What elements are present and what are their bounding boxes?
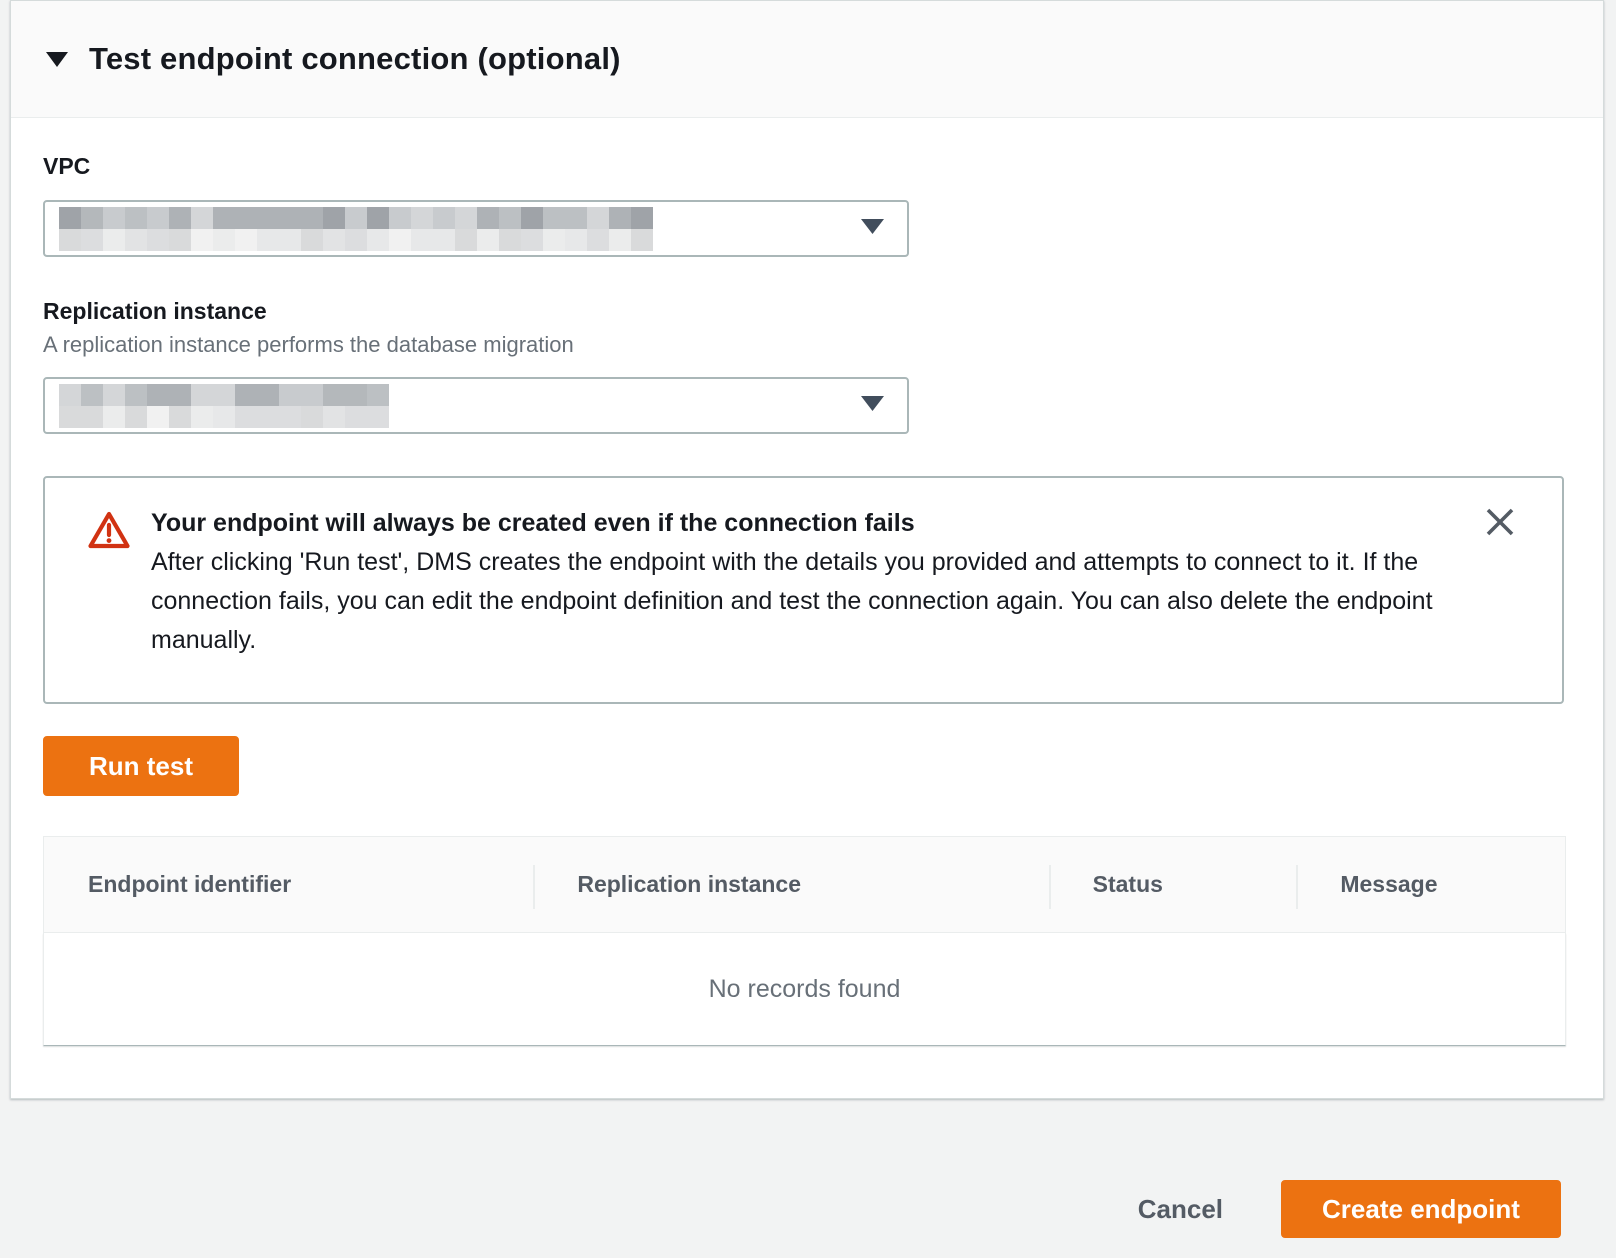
replication-instance-description: A replication instance performs the data…	[43, 331, 1571, 359]
column-header-replication-instance: Replication instance	[533, 837, 1048, 932]
page: Test endpoint connection (optional) VPC …	[0, 0, 1616, 1258]
chevron-down-icon	[860, 394, 885, 417]
close-icon[interactable]	[1480, 502, 1520, 542]
test-results-table: Endpoint identifier Replication instance…	[43, 836, 1566, 1046]
replication-instance-field: Replication instance A replication insta…	[43, 297, 1571, 434]
vpc-field: VPC	[43, 152, 1571, 257]
warning-triangle-icon	[87, 510, 131, 660]
alert-body: After clicking 'Run test', DMS creates t…	[151, 543, 1442, 660]
replication-instance-select[interactable]	[43, 377, 909, 434]
panel-title: Test endpoint connection (optional)	[89, 41, 621, 77]
alert-title: Your endpoint will always be created eve…	[151, 504, 1442, 543]
panel-body: VPC Replication instance A replication i…	[11, 118, 1603, 1086]
test-endpoint-panel: Test endpoint connection (optional) VPC …	[10, 0, 1604, 1099]
vpc-label: VPC	[43, 152, 1571, 180]
table-header-row: Endpoint identifier Replication instance…	[43, 836, 1566, 933]
chevron-down-icon	[860, 217, 885, 240]
column-header-endpoint-identifier: Endpoint identifier	[44, 837, 533, 932]
run-test-button[interactable]: Run test	[43, 736, 239, 796]
redacted-value	[59, 384, 389, 428]
footer-actions: Cancel Create endpoint	[0, 1099, 1616, 1258]
column-header-message: Message	[1296, 837, 1565, 932]
create-endpoint-button[interactable]: Create endpoint	[1281, 1180, 1561, 1238]
cancel-button[interactable]: Cancel	[1138, 1180, 1223, 1238]
panel-header[interactable]: Test endpoint connection (optional)	[11, 1, 1603, 118]
column-header-status: Status	[1049, 837, 1297, 932]
collapse-triangle-icon	[45, 50, 69, 68]
no-records-text: No records found	[709, 975, 901, 1004]
table-empty-row: No records found	[43, 933, 1566, 1046]
warning-alert: Your endpoint will always be created eve…	[43, 476, 1564, 704]
redacted-value	[59, 207, 653, 251]
replication-instance-label: Replication instance	[43, 297, 1571, 325]
alert-text: Your endpoint will always be created eve…	[151, 504, 1442, 660]
vpc-select[interactable]	[43, 200, 909, 257]
